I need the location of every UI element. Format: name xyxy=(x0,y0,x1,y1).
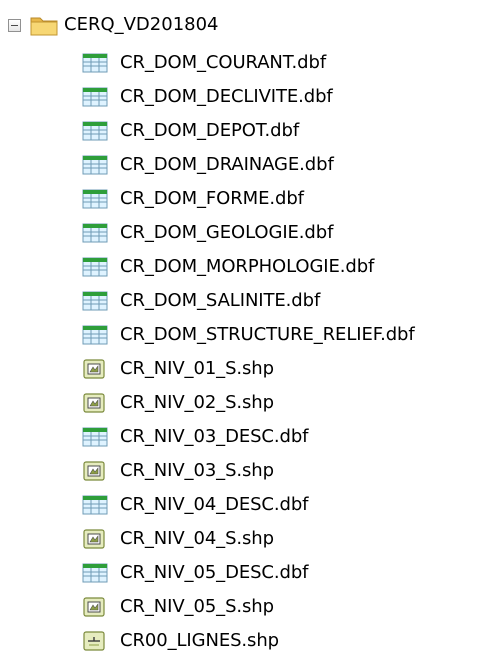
tree-item-label: CR_DOM_STRUCTURE_RELIEF.dbf xyxy=(120,324,415,345)
polygon-feature-icon xyxy=(83,597,105,617)
table-icon xyxy=(82,53,108,73)
tree-item-label: CR_DOM_DRAINAGE.dbf xyxy=(120,154,334,175)
tree-item[interactable]: CR_DOM_DEPOT.dbf xyxy=(82,114,415,148)
tree-item-label: CR_DOM_FORME.dbf xyxy=(120,188,304,209)
tree-item[interactable]: CR_NIV_04_DESC.dbf xyxy=(82,488,415,522)
tree-item[interactable]: CR_DOM_STRUCTURE_RELIEF.dbf xyxy=(82,318,415,352)
tree-item-label: CR_NIV_02_S.shp xyxy=(120,392,274,413)
collapse-toggle[interactable] xyxy=(8,18,21,32)
tree-item-label: CR_NIV_05_DESC.dbf xyxy=(120,562,309,583)
tree-item-label: CR_NIV_04_DESC.dbf xyxy=(120,494,309,515)
tree-item[interactable]: CR_DOM_MORPHOLOGIE.dbf xyxy=(82,250,415,284)
tree-item[interactable]: CR_NIV_05_DESC.dbf xyxy=(82,556,415,590)
tree-root-folder[interactable]: CERQ_VD201804 xyxy=(8,10,219,40)
table-icon xyxy=(82,291,108,311)
catalog-tree: CERQ_VD201804 CR_DOM_COURANT.dbf CR_DOM_… xyxy=(0,0,485,651)
tree-item-label: CR_NIV_05_S.shp xyxy=(120,596,274,617)
tree-item-label: CR_DOM_DECLIVITE.dbf xyxy=(120,86,333,107)
tree-item-label: CR_DOM_GEOLOGIE.dbf xyxy=(120,222,334,243)
tree-item-label: CR_NIV_01_S.shp xyxy=(120,358,274,379)
tree-item[interactable]: CR_NIV_03_DESC.dbf xyxy=(82,420,415,454)
table-icon xyxy=(82,155,108,175)
table-icon xyxy=(82,495,108,515)
tree-item[interactable]: CR_NIV_05_S.shp xyxy=(82,590,415,624)
polygon-feature-icon xyxy=(83,359,105,379)
tree-item[interactable]: CR_DOM_GEOLOGIE.dbf xyxy=(82,216,415,250)
polygon-feature-icon xyxy=(83,461,105,481)
tree-item-label: CR_NIV_04_S.shp xyxy=(120,528,274,549)
table-icon xyxy=(82,223,108,243)
table-icon xyxy=(82,563,108,583)
tree-item[interactable]: CR_NIV_04_S.shp xyxy=(82,522,415,556)
table-icon xyxy=(82,189,108,209)
polygon-feature-icon xyxy=(83,393,105,413)
table-icon xyxy=(82,87,108,107)
folder-icon xyxy=(30,17,58,36)
line-feature-icon xyxy=(83,631,105,651)
tree-item-label: CR_DOM_COURANT.dbf xyxy=(120,52,327,73)
tree-item-label: CR_DOM_MORPHOLOGIE.dbf xyxy=(120,256,375,277)
tree-item[interactable]: CR_DOM_DRAINAGE.dbf xyxy=(82,148,415,182)
tree-item-label: CR_NIV_03_DESC.dbf xyxy=(120,426,309,447)
table-icon xyxy=(82,427,108,447)
table-icon xyxy=(82,325,108,345)
table-icon xyxy=(82,257,108,277)
tree-item-label: CR_DOM_SALINITE.dbf xyxy=(120,290,321,311)
tree-item[interactable]: CR_NIV_03_S.shp xyxy=(82,454,415,488)
table-icon xyxy=(82,121,108,141)
tree-item[interactable]: CR_DOM_SALINITE.dbf xyxy=(82,284,415,318)
tree-item[interactable]: CR_NIV_01_S.shp xyxy=(82,352,415,386)
tree-root-label: CERQ_VD201804 xyxy=(64,14,219,35)
tree-item-label: CR_NIV_03_S.shp xyxy=(120,460,274,481)
polygon-feature-icon xyxy=(83,529,105,549)
tree-item-label: CR00_LIGNES.shp xyxy=(120,630,279,651)
tree-item[interactable]: CR_DOM_COURANT.dbf xyxy=(82,46,415,80)
tree-item[interactable]: CR_NIV_02_S.shp xyxy=(82,386,415,420)
tree-children: CR_DOM_COURANT.dbf CR_DOM_DECLIVITE.dbf … xyxy=(82,46,415,658)
tree-item[interactable]: CR_DOM_DECLIVITE.dbf xyxy=(82,80,415,114)
tree-item-label: CR_DOM_DEPOT.dbf xyxy=(120,120,300,141)
tree-item[interactable]: CR00_LIGNES.shp xyxy=(82,624,415,658)
tree-item[interactable]: CR_DOM_FORME.dbf xyxy=(82,182,415,216)
